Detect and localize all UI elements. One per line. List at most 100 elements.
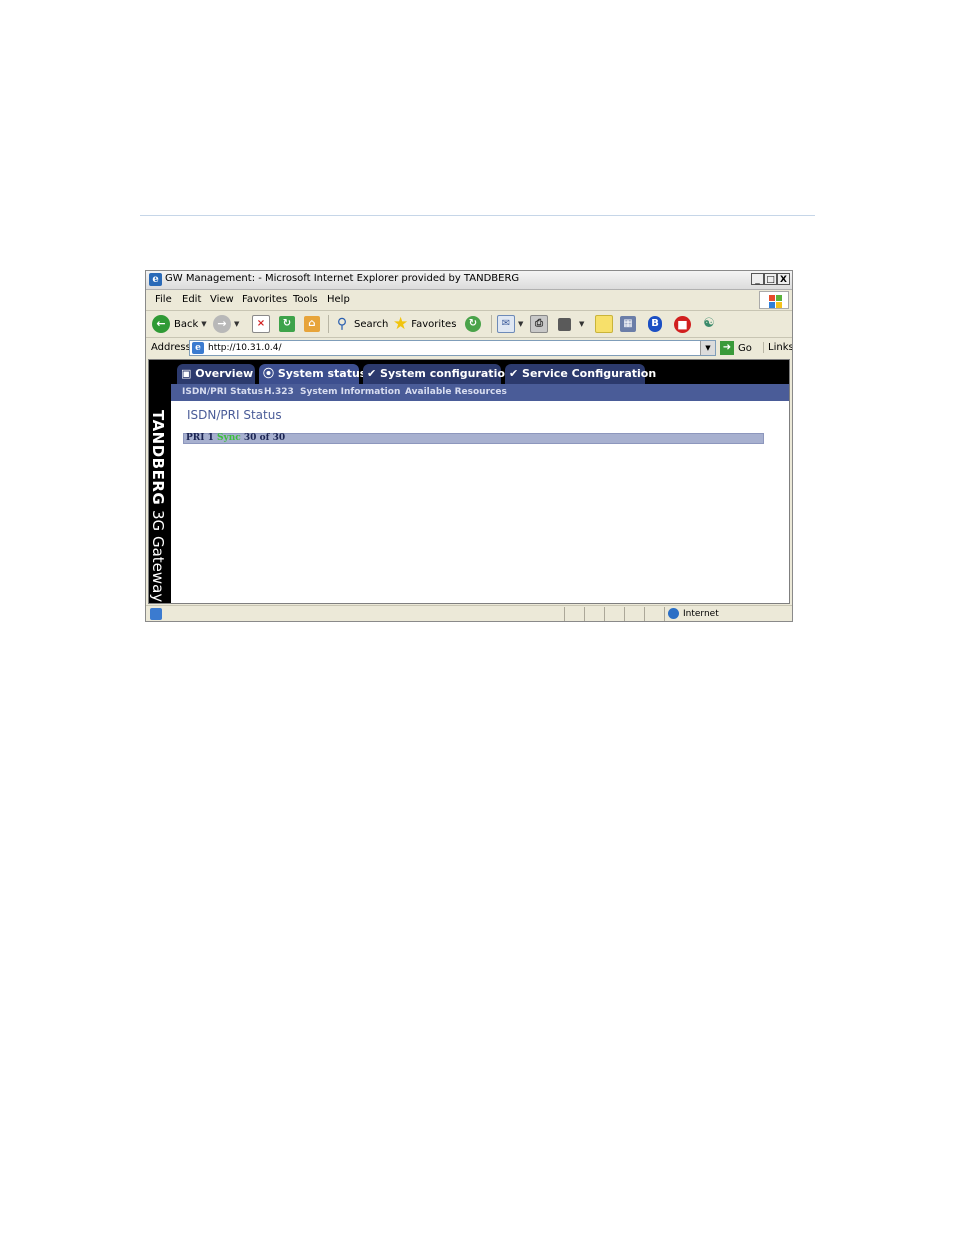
messenger-alert-button[interactable]: ■ <box>674 315 691 333</box>
printer-icon: ⎙ <box>530 315 548 333</box>
maximize-button[interactable]: □ <box>764 273 777 285</box>
address-bar: Address e http://10.31.0.4/ ▼ ➜ Go Links <box>146 338 792 358</box>
brand-name: TANDBERG <box>149 410 167 506</box>
print-button[interactable]: ⎙ <box>530 315 548 333</box>
chevron-down-icon: ▼ <box>234 320 240 328</box>
home-button[interactable]: ⌂ <box>304 315 320 333</box>
status-icon: ⦿ <box>263 367 278 380</box>
chevron-down-icon: ▼ <box>579 320 585 328</box>
title-bar: e GW Management: - Microsoft Internet Ex… <box>146 271 792 290</box>
history-icon: ↻ <box>465 316 481 332</box>
zone-label: Internet <box>683 608 719 619</box>
security-zone: Internet <box>668 608 719 619</box>
go-arrow-icon: ➜ <box>720 341 734 355</box>
page-divider <box>140 215 815 216</box>
menu-edit[interactable]: Edit <box>182 294 201 305</box>
page-title: ISDN/PRI Status <box>187 408 282 422</box>
pri-status-row: PRI 1 Sync 30 of 30 <box>183 433 764 444</box>
stop-icon: × <box>252 315 270 333</box>
tab-service-configuration[interactable]: ✔ Service Configuration <box>505 364 656 384</box>
window-title: GW Management: - Microsoft Internet Expl… <box>165 273 520 284</box>
toolbar-divider <box>491 315 492 333</box>
tab-bar: ▣ Overview ⦿ System status ✔ System conf… <box>171 360 789 384</box>
pri-channels: 30 of 30 <box>243 433 286 443</box>
globe-icon <box>668 608 679 619</box>
sub-navigation: ISDN/PRI Status H.323 System Information… <box>171 384 789 401</box>
tab-system-status-label: System status <box>277 367 367 380</box>
status-cell <box>624 607 625 621</box>
forward-arrow-icon: → <box>213 315 231 333</box>
menu-tools[interactable]: Tools <box>293 294 318 305</box>
edit-icon <box>558 317 571 331</box>
status-bar: Internet <box>146 605 792 621</box>
home-icon: ▣ <box>181 367 196 380</box>
subnav-system-information[interactable]: System Information <box>300 387 400 397</box>
tab-overview-label: Overview <box>195 367 254 380</box>
tab-system-configuration[interactable]: ✔ System configuration <box>363 364 513 384</box>
menu-bar: File Edit View Favorites Tools Help <box>146 290 792 311</box>
page-status-icon <box>150 608 162 620</box>
bluetooth-icon: B <box>648 316 662 332</box>
tab-system-configuration-label: System configuration <box>380 367 513 380</box>
back-label: Back <box>174 318 199 330</box>
history-button[interactable]: ↻ <box>465 315 481 333</box>
edit-button[interactable]: ▼ <box>558 315 584 333</box>
status-cell <box>564 607 565 621</box>
tab-system-status[interactable]: ⦿ System status <box>259 364 366 384</box>
address-url: http://10.31.0.4/ <box>208 343 282 353</box>
favorites-label: Favorites <box>411 318 457 330</box>
go-label: Go <box>738 342 752 354</box>
ie-app-icon: e <box>149 273 162 286</box>
chevron-down-icon[interactable]: ▼ <box>700 341 715 355</box>
search-label: Search <box>354 318 389 330</box>
tab-service-configuration-label: Service Configuration <box>522 367 657 380</box>
go-button[interactable]: ➜ Go <box>720 340 752 356</box>
wrench-icon: ✔ <box>509 367 523 380</box>
search-button[interactable]: ⚲ Search <box>334 315 389 333</box>
status-cell <box>644 607 645 621</box>
note-icon <box>595 315 613 333</box>
brand-product: 3G Gateway <box>149 510 167 603</box>
forward-button[interactable]: → ▼ <box>213 315 239 333</box>
subnav-isdn-pri-status[interactable]: ISDN/PRI Status <box>182 387 263 397</box>
refresh-button[interactable]: ↻ <box>279 315 295 333</box>
pri-label: PRI 1 <box>186 433 214 443</box>
research-icon: ▦ <box>620 316 636 332</box>
status-cell <box>604 607 605 621</box>
close-button[interactable]: X <box>777 273 790 285</box>
stop-button[interactable]: × <box>252 315 270 333</box>
links-button[interactable]: Links <box>763 342 792 353</box>
status-cell <box>664 607 665 621</box>
mail-button[interactable]: ✉ ▼ <box>497 315 523 333</box>
favorites-button[interactable]: ★ Favorites <box>393 314 457 334</box>
minimize-button[interactable]: _ <box>751 273 764 285</box>
notes-button[interactable] <box>595 315 613 333</box>
toolbar-divider <box>328 315 329 333</box>
status-cell <box>584 607 585 621</box>
back-button[interactable]: ← Back ▼ <box>152 315 207 333</box>
bluetooth-button[interactable]: B <box>648 315 662 333</box>
address-label: Address <box>151 342 191 353</box>
back-arrow-icon: ← <box>152 315 170 333</box>
brand-sidebar: TANDBERG 3G Gateway <box>149 360 171 603</box>
wrench-icon: ✔ <box>367 367 381 380</box>
messenger-button[interactable]: ☯ <box>701 315 717 333</box>
toolbar: ← Back ▼ → ▼ × ↻ ⌂ ⚲ Search ★ Favorites … <box>146 311 792 338</box>
refresh-icon: ↻ <box>279 316 295 332</box>
chevron-down-icon: ▼ <box>201 320 207 328</box>
menu-favorites[interactable]: Favorites <box>242 294 287 305</box>
subnav-h323[interactable]: H.323 <box>264 387 294 397</box>
star-icon: ★ <box>393 314 409 334</box>
address-input[interactable]: e http://10.31.0.4/ ▼ <box>189 340 716 356</box>
tab-overview[interactable]: ▣ Overview <box>177 364 255 384</box>
browser-window: e GW Management: - Microsoft Internet Ex… <box>145 270 793 622</box>
pri-sync-state: Sync <box>217 433 241 443</box>
search-icon: ⚲ <box>336 316 348 332</box>
menu-help[interactable]: Help <box>327 294 350 305</box>
page-content: TANDBERG 3G Gateway ▣ Overview ⦿ System … <box>148 359 790 604</box>
menu-view[interactable]: View <box>210 294 234 305</box>
menu-file[interactable]: File <box>155 294 172 305</box>
page-icon: e <box>192 342 204 354</box>
research-button[interactable]: ▦ <box>620 315 636 333</box>
subnav-available-resources[interactable]: Available Resources <box>405 387 507 397</box>
